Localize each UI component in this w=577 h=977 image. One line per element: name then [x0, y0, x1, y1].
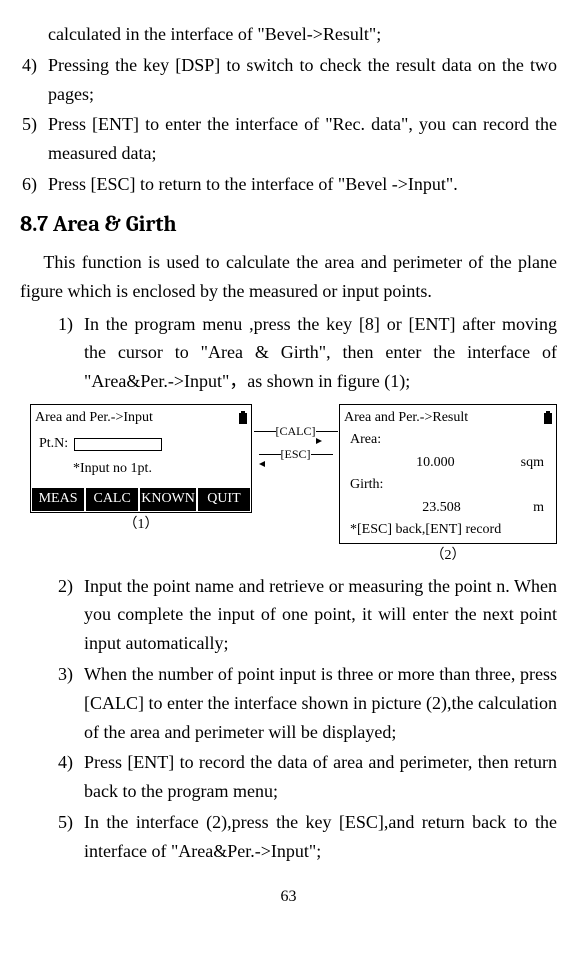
sub-steps-cont: 2) Input the point name and retrieve or … [56, 572, 557, 866]
page-number: 63 [20, 884, 557, 910]
known-button[interactable]: KNOWN [140, 488, 196, 510]
result-footnote: *[ESC] back,[ENT] record [344, 519, 552, 543]
step-number: 4) [20, 51, 48, 109]
step-text: In the interface (2),press the key [ESC]… [84, 808, 557, 866]
screen-result: Area and Per.->Result Area: 10.000 sqm G… [339, 404, 557, 544]
battery-icon [239, 413, 247, 424]
caption-1: （1） [30, 514, 252, 536]
step-continuation: calculated in the interface of "Bevel->R… [48, 20, 557, 49]
calc-button[interactable]: CALC [86, 488, 138, 510]
step-number: 5) [56, 808, 84, 866]
screen-title: Area and Per.->Input [35, 407, 153, 429]
meas-button[interactable]: MEAS [32, 488, 84, 510]
area-label: Area: [344, 429, 552, 451]
step-number: 4) [56, 748, 84, 806]
area-value: 10.000 [416, 452, 455, 474]
ptn-label: Pt.N: [39, 433, 68, 455]
diagram: Area and Per.->Input Pt.N: *Input no 1pt… [30, 404, 557, 568]
step-text: When the number of point input is three … [84, 660, 557, 746]
battery-icon [544, 413, 552, 424]
screen-input: Area and Per.->Input Pt.N: *Input no 1pt… [30, 404, 252, 513]
step-text: In the program menu ,press the key [8] o… [84, 310, 557, 396]
arrows: [CALC] [ESC] [261, 422, 331, 468]
calc-key-label: [CALC] [276, 422, 316, 441]
top-steps: calculated in the interface of "Bevel->R… [20, 20, 557, 199]
caption-2: （2） [339, 545, 557, 567]
step-text: Input the point name and retrieve or mea… [84, 572, 557, 658]
step-number: 6) [20, 170, 48, 199]
step-text: Press [ENT] to enter the interface of "R… [48, 110, 557, 168]
ptn-input[interactable] [74, 438, 162, 451]
step-number: 3) [56, 660, 84, 746]
esc-key-label: [ESC] [281, 445, 311, 464]
step-number: 2) [56, 572, 84, 658]
step-number: 5) [20, 110, 48, 168]
step-text: Press [ESC] to return to the interface o… [48, 170, 557, 199]
girth-label: Girth: [344, 474, 552, 496]
intro-paragraph: This function is used to calculate the a… [20, 248, 557, 306]
sub-steps: 1) In the program menu ,press the key [8… [56, 310, 557, 396]
section-heading: 8.7 Area & Girth [20, 207, 557, 242]
girth-value: 23.508 [422, 497, 461, 519]
quit-button[interactable]: QUIT [198, 488, 250, 510]
girth-unit: m [533, 497, 544, 519]
area-unit: sqm [521, 452, 544, 474]
input-hint: *Input no 1pt. [35, 458, 247, 480]
screen-title: Area and Per.->Result [344, 407, 468, 429]
step-number: 1) [56, 310, 84, 396]
step-text: Pressing the key [DSP] to switch to chec… [48, 51, 557, 109]
step-text: Press [ENT] to record the data of area a… [84, 748, 557, 806]
